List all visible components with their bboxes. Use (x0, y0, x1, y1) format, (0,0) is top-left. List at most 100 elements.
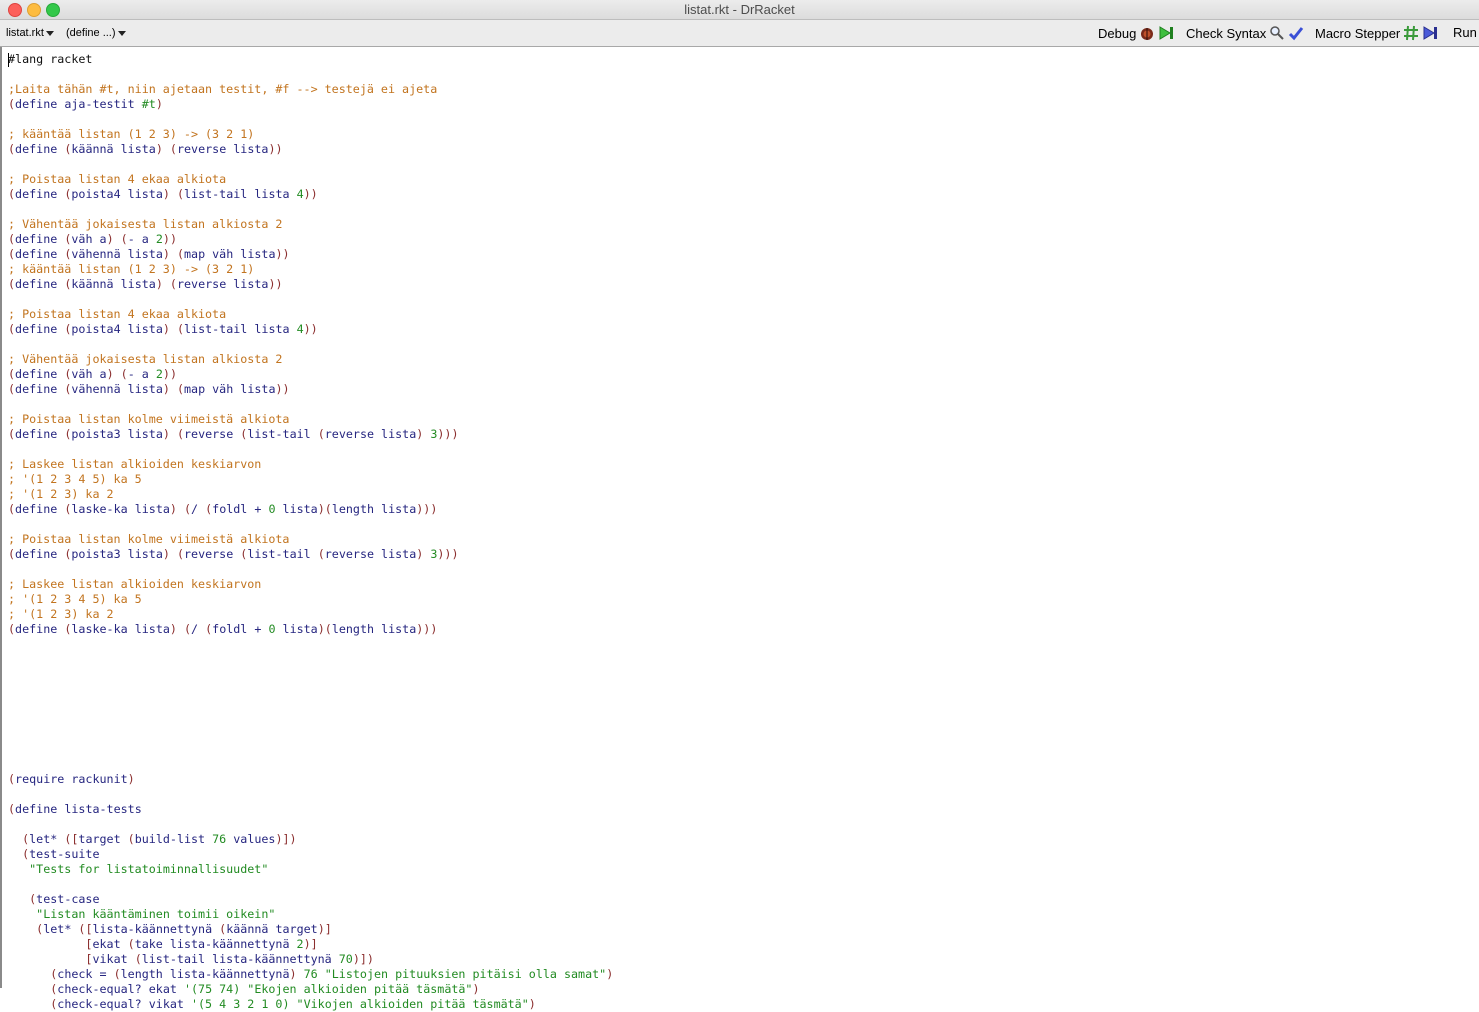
code-token: )) (275, 382, 290, 396)
code-token: laske-ka lista (71, 622, 170, 636)
code-token: )) (162, 367, 177, 381)
code-token: )] (303, 937, 318, 951)
code-line: (test-case (8, 892, 613, 907)
code-token: vähennä lista (71, 247, 163, 261)
code-token: length lista (331, 502, 417, 516)
code-token: ( (317, 547, 325, 561)
code-line: (define lista-tests (8, 802, 613, 817)
code-token: ( (50, 997, 58, 1011)
code-token: ( (120, 232, 128, 246)
code-token: vikat (92, 952, 135, 966)
code-token: require (15, 772, 65, 786)
code-token: '(5 4 3 2 1 0) (190, 997, 290, 1011)
code-token: test-suite (29, 847, 100, 861)
text-cursor (8, 53, 9, 67)
code-token: ) (155, 277, 163, 291)
code-token: ekat (92, 937, 128, 951)
code-line: [ekat (take lista-käännettynä 2)] (8, 937, 613, 952)
code-token: ( (113, 967, 121, 981)
code-line: (define (väh a) (- a 2)) (8, 232, 613, 247)
code-line: (define (poista4 lista) (list-tail lista… (8, 187, 613, 202)
code-text: #lang racket ;Laita tähän #t, niin ajetaa… (8, 52, 613, 1012)
code-token: foldl + (212, 502, 269, 516)
code-token: poista4 lista (71, 187, 163, 201)
code-token: lista-käännettynä (92, 922, 220, 936)
code-token: )] (317, 922, 332, 936)
code-token: ) (606, 967, 614, 981)
code-token: 0 (268, 622, 276, 636)
code-token: ; Laskee listan alkioiden keskiarvon (8, 457, 262, 471)
code-line: "Tests for listatoiminnallisuudet" (8, 862, 613, 877)
code-line: (define (laske-ka lista) (/ (foldl + 0 l… (8, 502, 613, 517)
code-line: (define (poista4 lista) (list-tail lista… (8, 322, 613, 337)
code-token: käännä lista (71, 142, 156, 156)
run-button[interactable]: Run (1453, 25, 1477, 40)
code-token: )) (268, 277, 283, 291)
checkmark-icon (1289, 27, 1304, 41)
code-token: ( (169, 142, 177, 156)
window-title: listat.rkt - DrRacket (684, 2, 795, 17)
macro-stepper-button[interactable]: Macro Stepper (1315, 25, 1438, 41)
code-line: (define (vähennä lista) (map väh lista)) (8, 382, 613, 397)
debug-button[interactable]: Debug (1098, 25, 1174, 41)
code-token: )) (275, 247, 290, 261)
title-bar: listat.rkt - DrRacket (0, 0, 1479, 20)
code-line: (define (käännä lista) (reverse lista)) (8, 142, 613, 157)
code-token: 76 (303, 967, 318, 981)
code-token: ; kääntää listan (1 2 3) -> (3 2 1) (8, 262, 255, 276)
code-token: ) (162, 322, 170, 336)
code-line: (let* ([lista-käännettynä (käännä target… (8, 922, 613, 937)
code-token: take lista-käännettynä (134, 937, 297, 951)
code-token: define (15, 502, 58, 516)
code-token: ( (8, 547, 16, 561)
code-token: reverse lista (324, 547, 417, 561)
code-token: list-tail (247, 427, 318, 441)
define-menu-dropdown[interactable]: (define ...) (66, 27, 126, 39)
code-token: #lang racket (8, 52, 93, 66)
code-token: ) (289, 967, 297, 981)
definitions-editor[interactable]: #lang racket ;Laita tähän #t, niin ajetaa… (0, 47, 1479, 1011)
code-token: ) (155, 97, 163, 111)
code-line: ; '(1 2 3) ka 2 (8, 487, 613, 502)
code-token: ; kääntää listan (1 2 3) -> (3 2 1) (8, 127, 255, 141)
code-line: (define (poista3 lista) (reverse (list-t… (8, 547, 613, 562)
run-label: Run (1453, 25, 1477, 40)
code-token: ( (176, 247, 184, 261)
code-token: define (15, 802, 58, 816)
code-token: )]) (275, 832, 297, 846)
code-line: (check-equal? ekat '(75 74) "Ekojen alki… (8, 982, 613, 997)
file-menu-dropdown[interactable]: listat.rkt (6, 27, 54, 39)
code-line: (define aja-testit #t) (8, 97, 613, 112)
check-syntax-button[interactable]: Check Syntax (1186, 25, 1304, 41)
code-line: (define (poista3 lista) (reverse (list-t… (8, 427, 613, 442)
code-token: ) (106, 367, 114, 381)
code-token: poista4 lista (71, 322, 163, 336)
code-token: build-list (134, 832, 213, 846)
code-line: #lang racket (8, 52, 613, 67)
code-token: ; Poistaa listan 4 ekaa alkiota (8, 172, 227, 186)
code-token: let* (43, 922, 72, 936)
code-token: ) (169, 622, 177, 636)
code-token: ; Vähentää jokaisesta listan alkiosta 2 (8, 352, 283, 366)
code-token: ; '(1 2 3) ka 2 (8, 607, 114, 621)
toolbar: listat.rkt (define ...) Debug Check Synt… (0, 20, 1479, 47)
code-line: ; kääntää listan (1 2 3) -> (3 2 1) (8, 262, 613, 277)
